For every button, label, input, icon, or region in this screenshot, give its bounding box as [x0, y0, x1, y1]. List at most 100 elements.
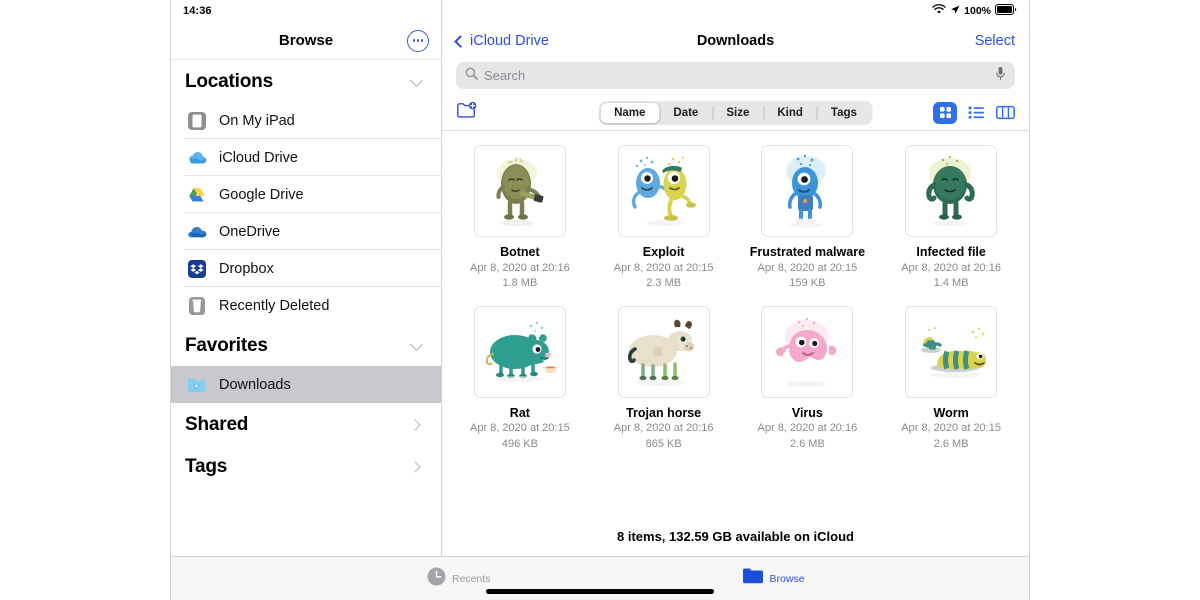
file-size: 2.3 MB — [646, 277, 682, 290]
status-bar-time: 14:36 — [183, 5, 212, 17]
sidebar-item-icloud-drive[interactable]: iCloud Drive — [171, 139, 441, 176]
file-item[interactable]: Infected file Apr 8, 2020 at 20:16 1.4 M… — [879, 145, 1023, 292]
battery-full-icon — [995, 4, 1017, 18]
location-arrow-icon — [950, 5, 960, 18]
sidebar-item-dropbox[interactable]: Dropbox — [171, 250, 441, 287]
tab-recents-label: Recents — [452, 572, 491, 585]
file-thumbnail — [617, 305, 710, 398]
virus-character-icon — [776, 317, 837, 387]
file-item[interactable]: Exploit Apr 8, 2020 at 20:15 2.3 MB — [592, 145, 736, 292]
sidebar-item-label: On My iPad — [219, 112, 295, 129]
files-app-window: 14:36 Browse Locations On My iPad iCloud… — [170, 0, 1030, 600]
sidebar-item-google-drive[interactable]: Google Drive — [171, 176, 441, 213]
tab-browse[interactable]: Browse — [742, 567, 805, 590]
rat-character-icon — [485, 321, 559, 382]
file-thumbnail — [905, 145, 998, 237]
main-status-bar: 100% — [442, 0, 1029, 22]
select-button[interactable]: Select — [975, 33, 1015, 49]
file-name: Worm — [933, 405, 969, 420]
file-item[interactable]: Virus Apr 8, 2020 at 20:16 2.6 MB — [736, 305, 880, 453]
file-item[interactable]: Worm Apr 8, 2020 at 20:15 2.6 MB — [879, 305, 1023, 453]
sidebar-section-locations-header[interactable]: Locations — [171, 60, 441, 102]
trash-icon — [185, 294, 209, 318]
search-container: Search — [442, 60, 1029, 95]
file-thumbnail — [761, 305, 854, 398]
search-placeholder: Search — [484, 68, 526, 83]
sidebar-item-shared[interactable]: Shared — [171, 403, 441, 445]
sort-option-size[interactable]: Size — [712, 103, 763, 123]
sidebar-item-shared-label: Shared — [185, 414, 249, 435]
sidebar-empty-space — [171, 487, 441, 556]
file-date: Apr 8, 2020 at 20:15 — [470, 422, 570, 435]
icloud-drive-icon — [185, 146, 209, 170]
search-input[interactable]: Search — [456, 62, 1015, 89]
file-date: Apr 8, 2020 at 20:15 — [757, 261, 858, 274]
file-date: Apr 8, 2020 at 20:15 — [613, 261, 714, 274]
file-name: Rat — [509, 405, 530, 420]
chevron-right-icon[interactable] — [409, 419, 421, 431]
chevron-right-icon[interactable] — [409, 461, 421, 473]
sort-option-name[interactable]: Name — [600, 102, 660, 123]
file-name: Trojan horse — [626, 405, 702, 420]
sidebar-item-tags[interactable]: Tags — [171, 445, 441, 487]
file-name: Botnet — [500, 245, 540, 259]
infected-file-character-icon — [926, 155, 975, 226]
sort-option-tags[interactable]: Tags — [816, 103, 871, 123]
grid-view-icon[interactable] — [933, 101, 957, 124]
sidebar-item-recently-deleted[interactable]: Recently Deleted — [171, 287, 441, 324]
back-button[interactable]: iCloud Drive — [454, 33, 549, 49]
file-thumbnail — [473, 145, 566, 237]
file-date: Apr 8, 2020 at 20:15 — [901, 422, 1001, 435]
sidebar-item-on-my-ipad[interactable]: On My iPad — [171, 102, 441, 139]
folder-icon — [742, 567, 764, 590]
trojan-horse-character-icon — [627, 319, 695, 386]
sidebar-section-favorites-header[interactable]: Favorites — [171, 324, 441, 366]
worm-character-icon — [921, 326, 987, 378]
sidebar-item-downloads[interactable]: Downloads — [171, 366, 441, 403]
battery-percent-label: 100% — [964, 5, 991, 17]
file-name: Frustrated malware — [749, 245, 866, 259]
sort-option-kind[interactable]: Kind — [763, 103, 817, 123]
file-date: Apr 8, 2020 at 20:16 — [757, 422, 858, 435]
file-size: 159 KB — [789, 277, 826, 290]
file-item[interactable]: Frustrated malware Apr 8, 2020 at 20:15 … — [736, 145, 880, 292]
column-view-icon[interactable] — [996, 105, 1015, 120]
ellipsis-circle-icon[interactable] — [407, 29, 429, 52]
file-grid-area: Botnet Apr 8, 2020 at 20:16 1.8 MB Explo… — [442, 131, 1029, 519]
onedrive-icon — [185, 220, 209, 244]
file-thumbnail — [473, 305, 566, 398]
sidebar-item-onedrive[interactable]: OneDrive — [171, 213, 441, 250]
tab-recents[interactable]: Recents — [427, 567, 491, 591]
exploit-character-icon — [631, 156, 696, 226]
sidebar-item-label: Google Drive — [219, 186, 304, 203]
file-item[interactable]: Botnet Apr 8, 2020 at 20:16 1.8 MB — [448, 145, 592, 292]
sort-option-date[interactable]: Date — [659, 103, 712, 123]
downloads-folder-icon — [185, 373, 209, 397]
file-thumbnail — [905, 305, 998, 398]
file-item[interactable]: Rat Apr 8, 2020 at 20:15 496 KB — [448, 305, 592, 453]
file-thumbnail — [761, 145, 854, 237]
chevron-down-icon[interactable] — [410, 337, 423, 351]
file-size: 1.4 MB — [933, 277, 969, 290]
sort-segmented-control[interactable]: Name Date Size Kind Tags — [598, 100, 873, 125]
file-size: 496 KB — [501, 437, 538, 450]
new-folder-icon[interactable] — [456, 101, 478, 125]
home-indicator[interactable] — [486, 589, 714, 594]
wifi-icon — [932, 4, 946, 18]
chevron-down-icon[interactable] — [410, 73, 423, 87]
list-view-icon[interactable] — [968, 105, 985, 120]
microphone-icon[interactable] — [995, 66, 1006, 86]
sidebar-item-label: Recently Deleted — [219, 297, 330, 314]
dropbox-icon — [185, 257, 209, 281]
file-date: Apr 8, 2020 at 20:16 — [470, 261, 570, 274]
tab-bar: Recents Browse — [171, 556, 1029, 600]
file-size: 1.8 MB — [502, 277, 538, 290]
file-item[interactable]: Trojan horse Apr 8, 2020 at 20:16 865 KB — [592, 305, 736, 453]
back-button-label: iCloud Drive — [470, 33, 549, 49]
sidebar-item-label: Downloads — [219, 376, 291, 393]
file-name: Infected file — [916, 245, 986, 259]
sidebar-section-locations-title: Locations — [185, 71, 273, 92]
file-date: Apr 8, 2020 at 20:16 — [901, 261, 1001, 274]
file-name: Virus — [791, 405, 823, 420]
file-size: 2.6 MB — [789, 437, 825, 450]
